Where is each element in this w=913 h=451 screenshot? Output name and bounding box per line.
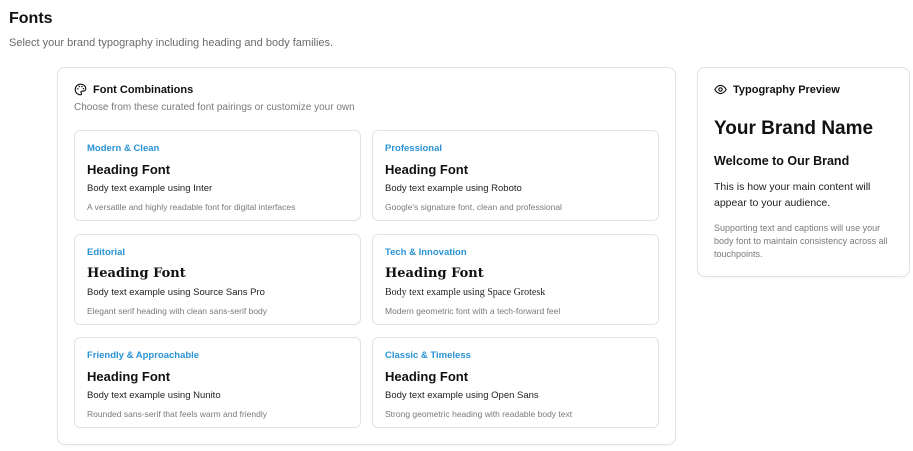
preview-supporting-text: Supporting text and captions will use yo… [714, 223, 888, 259]
font-card-professional[interactable]: Professional Heading Font Body text exam… [372, 130, 659, 221]
eye-icon [714, 83, 727, 96]
font-card-modern-clean[interactable]: Modern & Clean Heading Font Body text ex… [74, 130, 361, 221]
font-combinations-panel: Font Combinations Choose from these cura… [57, 67, 676, 445]
card-category: Classic & Timeless [385, 350, 471, 361]
font-card-friendly-approachable[interactable]: Friendly & Approachable Heading Font Bod… [74, 337, 361, 428]
card-category: Modern & Clean [87, 143, 160, 154]
typography-preview-title: Typography Preview [733, 83, 840, 96]
card-description: Rounded sans-serif that feels warm and f… [87, 409, 268, 419]
font-card-editorial[interactable]: Editorial Heading Font Body text example… [74, 234, 361, 325]
preview-welcome-heading: Welcome to Our Brand [714, 154, 850, 168]
card-body-sample: Body text example using Inter [87, 183, 213, 194]
card-category: Professional [385, 143, 443, 154]
card-body-sample: Body text example using Space Grotesk [385, 287, 546, 298]
card-heading-sample: Heading Font [87, 369, 171, 384]
font-combinations-title: Font Combinations [93, 83, 194, 96]
card-body-sample: Body text example using Open Sans [385, 390, 539, 401]
font-card-tech-innovation[interactable]: Tech & Innovation Heading Font Body text… [372, 234, 659, 325]
card-category: Editorial [87, 247, 126, 258]
card-description: Strong geometric heading with readable b… [385, 409, 573, 419]
page-title: Fonts [9, 10, 53, 27]
card-description: Elegant serif heading with clean sans-se… [87, 306, 268, 316]
typography-preview-panel: Typography Preview Your Brand Name Welco… [697, 67, 910, 277]
page-subtitle: Select your brand typography including h… [9, 37, 334, 49]
font-combinations-description: Choose from these curated font pairings … [74, 102, 355, 113]
preview-brand-name: Your Brand Name [714, 118, 874, 139]
card-heading-sample: Heading Font [385, 162, 469, 177]
font-card-classic-timeless[interactable]: Classic & Timeless Heading Font Body tex… [372, 337, 659, 428]
card-category: Tech & Innovation [385, 247, 467, 258]
typography-preview-header: Typography Preview [714, 83, 840, 96]
palette-icon [74, 83, 87, 96]
card-heading-sample: Heading Font [87, 266, 186, 281]
card-body-sample: Body text example using Source Sans Pro [87, 287, 265, 298]
card-body-sample: Body text example using Nunito [87, 390, 221, 401]
card-heading-sample: Heading Font [385, 266, 484, 281]
card-description: Modern geometric font with a tech-forwar… [385, 306, 561, 316]
card-category: Friendly & Approachable [87, 350, 200, 361]
preview-main-text: This is how your main content will appea… [714, 181, 871, 209]
card-body-sample: Body text example using Roboto [385, 183, 522, 194]
card-description: A versatile and highly readable font for… [87, 202, 296, 212]
card-heading-sample: Heading Font [87, 162, 171, 177]
card-heading-sample: Heading Font [385, 369, 469, 384]
font-combinations-header: Font Combinations [74, 83, 193, 96]
card-description: Google's signature font, clean and profe… [385, 202, 562, 212]
